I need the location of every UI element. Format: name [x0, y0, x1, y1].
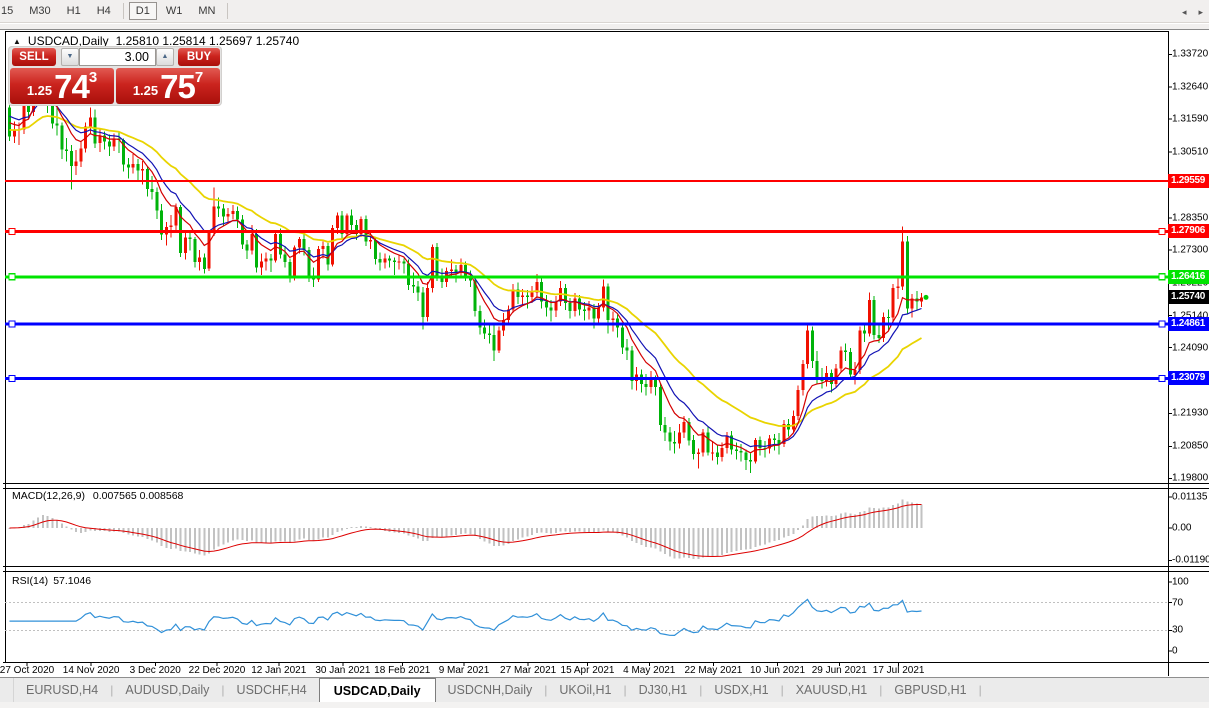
date-axis-label: 22 Dec 2020 — [188, 665, 246, 676]
rsi-axis-label: 0 — [1172, 645, 1178, 657]
macd-axis-label: 0.01135 — [1172, 491, 1208, 503]
date-axis-label: 30 Jan 2021 — [315, 665, 371, 676]
tab-scroll-buttons: ◂ ▸ — [1182, 0, 1203, 25]
tab-separator: | — [978, 683, 982, 697]
sell-price-big: 74 — [54, 68, 90, 105]
date-axis-label: 3 Dec 2020 — [129, 665, 181, 676]
sell-price-sup: 3 — [88, 69, 98, 86]
hline-handle[interactable] — [8, 374, 16, 382]
macd-axis-label: -0.01190 — [1172, 554, 1209, 566]
date-axis-label: 14 Nov 2020 — [62, 665, 120, 676]
macd-indicator-label: MACD(12,26,9) 0.007565 0.008568 — [12, 490, 188, 502]
hline-handle[interactable] — [1158, 374, 1166, 382]
macd-axis-label: 0.00 — [1172, 522, 1192, 534]
rsi-axis-label: 30 — [1172, 624, 1184, 636]
tab-eurusd-h4[interactable]: EURUSD,H4 — [14, 678, 110, 702]
buy-price-sup: 7 — [194, 69, 204, 86]
rsi-axis-label: 70 — [1172, 597, 1184, 609]
date-axis-label: 4 May 2021 — [623, 665, 676, 676]
price-axis-label: 1.21930 — [1172, 407, 1209, 419]
rsi-axis-label: 100 — [1172, 576, 1189, 588]
buy-button[interactable]: BUY — [178, 48, 220, 66]
tab-scroll-left-icon[interactable]: ◂ — [1182, 7, 1187, 18]
tab-scroll-right-icon[interactable]: ▸ — [1198, 7, 1203, 18]
date-axis-label: 17 Jul 2021 — [872, 665, 925, 676]
price-axis-label: 1.32640 — [1172, 81, 1209, 93]
collapse-panel-icon[interactable]: ▲ — [13, 37, 21, 46]
chart-plot[interactable] — [0, 0, 1209, 708]
price-axis-label: 1.27300 — [1172, 244, 1209, 256]
volume-decrease-icon[interactable]: ▼ — [61, 48, 79, 66]
hline-price-badge: 1.24861 — [1168, 317, 1209, 332]
date-axis-label: 9 Mar 2021 — [438, 665, 490, 676]
tab-usdchf-h4[interactable]: USDCHF,H4 — [225, 678, 319, 702]
price-axis-label: 1.33720 — [1172, 48, 1209, 60]
price-axis-label: 1.19800 — [1172, 472, 1209, 484]
tab-ukoil-h1[interactable]: UKOil,H1 — [547, 678, 623, 702]
current-price-badge: 1.25740 — [1168, 290, 1209, 305]
tab-usdcnh-daily[interactable]: USDCNH,Daily — [436, 678, 545, 702]
date-axis-label: 10 Jun 2021 — [749, 665, 806, 676]
hline-handle[interactable] — [1158, 273, 1166, 281]
macd-values: 0.007565 0.008568 — [89, 490, 184, 502]
price-axis-label: 1.24090 — [1172, 342, 1209, 354]
tab-bar-gripper — [0, 678, 14, 702]
date-axis-label: 15 Apr 2021 — [560, 665, 615, 676]
macd-name: MACD(12,26,9) — [12, 490, 85, 502]
price-axis-label: 1.31590 — [1172, 113, 1209, 125]
price-axis-label: 1.28350 — [1172, 212, 1209, 224]
date-axis-label: 27 Mar 2021 — [500, 665, 557, 676]
sell-price-button[interactable]: 1.25 74 3 — [10, 68, 114, 104]
price-axis-label: 1.20850 — [1172, 440, 1209, 452]
mt4-terminal: 15 M30 H1 H4 D1 W1 MN ▲ USDCAD,Daily 1.25810 1… — [0, 0, 1209, 708]
hline-handle[interactable] — [8, 320, 16, 328]
hline-handle[interactable] — [1158, 320, 1166, 328]
hline-price-badge: 1.23079 — [1168, 371, 1209, 386]
date-axis-label: 29 Jun 2021 — [811, 665, 867, 676]
buy-price-button[interactable]: 1.25 75 7 — [116, 68, 220, 104]
rsi-value: 57.1046 — [53, 575, 92, 587]
chart-tab-bar: EURUSD,H4 | AUDUSD,Daily | USDCHF,H4 USDCAD,D… — [0, 677, 1209, 702]
volume-increase-icon[interactable]: ▲ — [156, 48, 174, 66]
price-axis-label: 1.30510 — [1172, 146, 1209, 158]
sell-button[interactable]: SELL — [12, 48, 56, 66]
volume-input[interactable] — [79, 48, 156, 66]
buy-price-big: 75 — [160, 68, 196, 105]
hline-handle[interactable] — [1158, 227, 1166, 235]
rsi-name: RSI(14) — [12, 575, 49, 587]
tab-gbpusd-h1[interactable]: GBPUSD,H1 — [882, 678, 978, 702]
date-axis-label: 18 Feb 2021 — [374, 665, 431, 676]
hline-handle[interactable] — [8, 227, 16, 235]
tab-usdx-h1[interactable]: USDX,H1 — [702, 678, 780, 702]
hline-handle[interactable] — [8, 273, 16, 281]
hline-price-badge: 1.26416 — [1168, 269, 1209, 284]
date-axis-label: 27 Oct 2020 — [0, 665, 55, 676]
tab-audusd-daily[interactable]: AUDUSD,Daily — [113, 678, 221, 702]
rsi-indicator-label: RSI(14) 57.1046 — [12, 575, 96, 587]
tab-xauusd-h1[interactable]: XAUUSD,H1 — [784, 678, 880, 702]
hline-price-badge: 1.27906 — [1168, 224, 1209, 239]
tab-dj30-h1[interactable]: DJ30,H1 — [627, 678, 700, 702]
tab-usdcad-daily[interactable]: USDCAD,Daily — [318, 678, 436, 702]
sell-price-prefix: 1.25 — [26, 83, 53, 98]
date-axis-label: 12 Jan 2021 — [251, 665, 307, 676]
hline-price-badge: 1.29559 — [1168, 174, 1209, 189]
one-click-trade-panel: SELL ▼ ▲ BUY 1.25 74 3 1.25 75 7 — [8, 46, 222, 106]
date-axis-label: 22 May 2021 — [684, 665, 743, 676]
buy-price-prefix: 1.25 — [132, 83, 159, 98]
